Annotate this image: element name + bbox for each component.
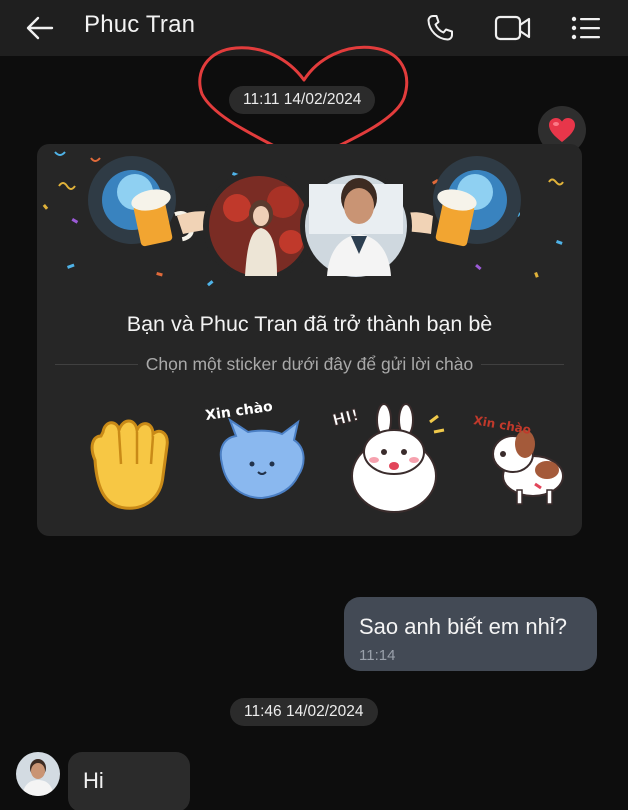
arrow-left-icon [26,16,54,40]
avatar[interactable] [16,752,60,796]
menu-button[interactable] [562,6,610,50]
call-button[interactable] [416,6,464,50]
divider [55,363,138,365]
message-time: 11:14 [359,647,396,664]
message-text: Sao anh biết em nhỉ? [359,614,567,639]
back-button[interactable] [18,8,62,48]
sticker-caption: Xin chào [204,402,274,424]
list-menu-icon [571,16,600,40]
sticker-prompt: Chọn một sticker dưới đây để gửi lời chà… [55,352,564,376]
friend-banner-illustration [42,151,564,287]
contact-name[interactable]: Phuc Tran [84,11,195,39]
message-text: Hi [83,768,104,793]
heart-icon [549,118,575,142]
sticker-xin-chao-cat[interactable]: Xin chào [202,402,322,514]
outgoing-message-bubble[interactable]: Sao anh biết em nhỉ? 11:14 [344,597,597,671]
date-stamp: 11:46 14/02/2024 [230,698,378,726]
sticker-caption: HI! [332,405,361,430]
sticker-hi-bunny[interactable]: HI! [332,402,452,514]
friend-added-card: Bạn và Phuc Tran đã trở thành bạn bè Chọ… [37,144,582,536]
sticker-xin-chao-dog[interactable]: Xin chào [467,402,582,514]
phone-icon [427,15,453,41]
friend-added-title: Bạn và Phuc Tran đã trở thành bạn bè [126,312,493,336]
date-stamp: 11:11 14/02/2024 [229,86,376,114]
contact-photo [16,752,60,796]
video-call-button[interactable] [489,6,537,50]
divider [481,363,564,365]
sticker-prompt-text: Chọn một sticker dưới đây để gửi lời chà… [145,353,474,374]
sticker-caption: Xin chào [472,413,532,437]
sticker-wave-hand[interactable] [69,402,189,514]
incoming-message-bubble[interactable]: Hi [68,752,190,810]
video-camera-icon [494,15,531,41]
